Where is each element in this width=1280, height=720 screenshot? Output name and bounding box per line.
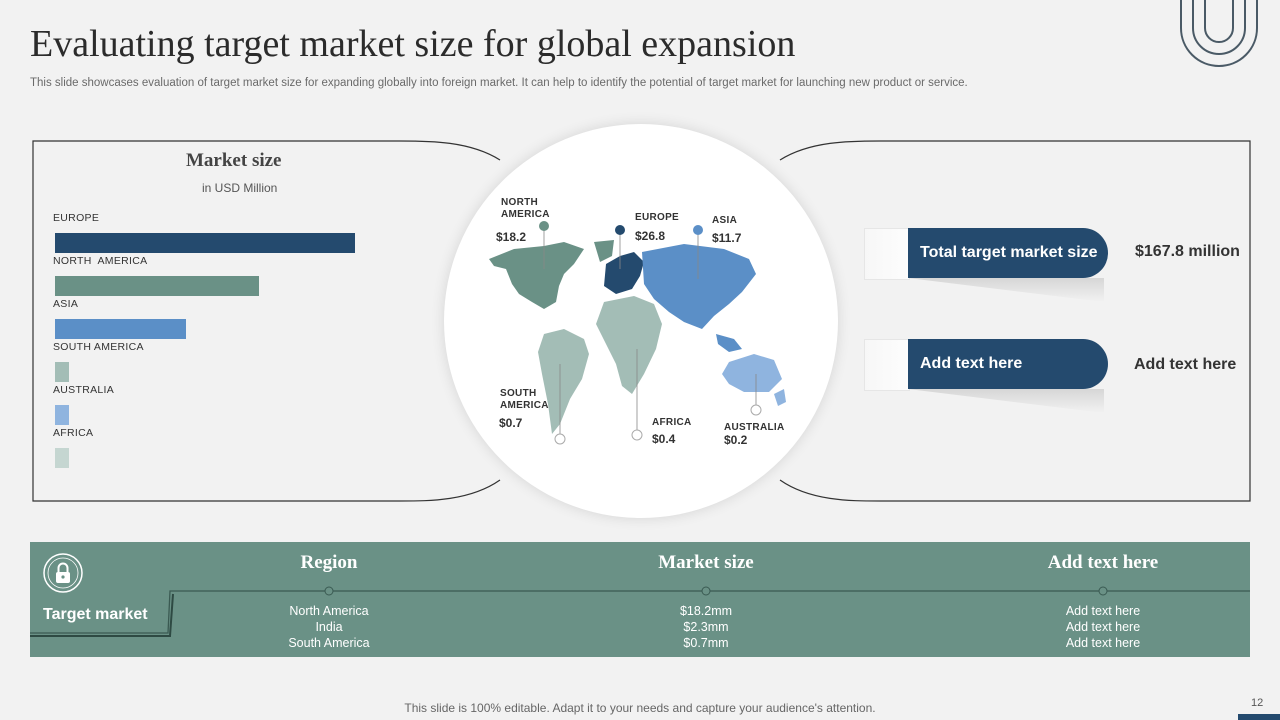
footer-note: This slide is 100% editable. Adapt it to… bbox=[404, 701, 876, 715]
total-market-size-pill: Total target market size bbox=[908, 228, 1108, 278]
target-market-table: Target market Region Market size Add tex… bbox=[30, 542, 1250, 657]
region-name-asia: ASIA bbox=[712, 215, 738, 226]
bar-label-0: EUROPE bbox=[53, 212, 100, 224]
bar-label-2: ASIA bbox=[53, 298, 79, 310]
col-header-region: Region bbox=[300, 552, 358, 573]
region-name-north-america: NORTH AMERICA bbox=[501, 197, 550, 220]
table-cell: Add text here bbox=[1065, 620, 1141, 634]
table-cell: $18.2mm bbox=[679, 604, 733, 618]
table-cell: Add text here bbox=[1065, 636, 1141, 650]
table-cell: South America bbox=[288, 636, 370, 650]
bar-4 bbox=[55, 405, 69, 425]
bar-2 bbox=[55, 319, 186, 339]
total-market-size-value: $167.8 million bbox=[1135, 243, 1240, 260]
region-value-australia: $0.2 bbox=[724, 433, 748, 447]
chart-title: Market size bbox=[186, 150, 282, 171]
region-value-south-america: $0.7 bbox=[499, 416, 523, 430]
pill-ghost-1 bbox=[864, 228, 910, 280]
region-value-europe: $26.8 bbox=[635, 229, 666, 243]
bar-0 bbox=[55, 233, 355, 253]
table-cell: $0.7mm bbox=[683, 636, 729, 650]
region-name-south-america: SOUTH AMERICA bbox=[500, 388, 549, 411]
col-header-add-text: Add text here bbox=[1047, 552, 1159, 573]
page-number: 12 bbox=[1251, 697, 1264, 709]
region-name-africa: AFRICA bbox=[652, 417, 692, 428]
table-cell: North America bbox=[289, 604, 369, 618]
col-header-market-size: Market size bbox=[658, 552, 754, 573]
bar-3 bbox=[55, 362, 69, 382]
page-indicator-bar bbox=[1238, 714, 1280, 720]
bar-label-1: NORTH AMERICA bbox=[53, 255, 148, 267]
add-text-value: Add text here bbox=[1134, 356, 1237, 373]
table-cell: $2.3mm bbox=[683, 620, 729, 634]
bar-1 bbox=[55, 276, 259, 296]
region-value-north-america: $18.2 bbox=[496, 230, 527, 244]
region-name-europe: EUROPE bbox=[635, 212, 680, 223]
table-cell: Add text here bbox=[1065, 604, 1141, 618]
add-text-pill: Add text here bbox=[908, 339, 1108, 389]
bar-5 bbox=[55, 448, 69, 468]
pill-ghost-2 bbox=[864, 339, 910, 391]
world-map-icon bbox=[489, 221, 786, 445]
bar-label-3: SOUTH AMERICA bbox=[53, 341, 144, 353]
bar-label-5: AFRICA bbox=[53, 427, 94, 439]
table-cell: India bbox=[315, 620, 343, 634]
bar-label-4: AUSTRALIA bbox=[53, 384, 115, 396]
chart-subtitle: in USD Million bbox=[202, 181, 278, 195]
region-value-africa: $0.4 bbox=[652, 432, 676, 446]
region-value-asia: $11.7 bbox=[712, 231, 742, 245]
